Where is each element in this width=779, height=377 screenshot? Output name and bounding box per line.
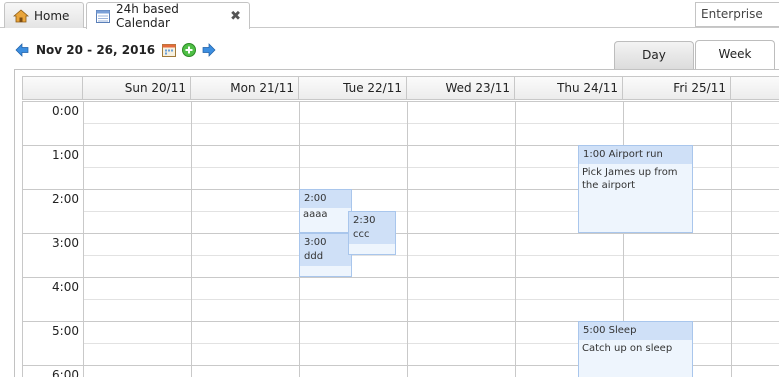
day-header-mon: Mon 21/11 <box>191 77 299 99</box>
tab-week[interactable]: Week <box>695 40 775 70</box>
event-2-30-ccc[interactable]: 2:30 ccc <box>348 211 396 255</box>
tab-home[interactable]: Home <box>4 2 84 28</box>
column-line <box>407 101 408 377</box>
event-sleep[interactable]: 5:00 Sleep Catch up on sleep <box>578 321 693 377</box>
event-title: 3:00 ddd <box>300 234 351 266</box>
day-header-thu: Thu 24/11 <box>515 77 623 99</box>
time-header-corner <box>23 77 83 99</box>
day-header-row: Sun 20/11 Mon 21/11 Tue 22/11 Wed 23/11 … <box>22 76 779 100</box>
close-icon[interactable]: ✖ <box>230 9 241 24</box>
event-title: 2:30 ccc <box>349 212 395 244</box>
enterprise-field[interactable]: Enterprise <box>695 2 779 27</box>
event-title: 2:00 <box>300 190 351 208</box>
grid-line <box>83 255 779 256</box>
event-body: Catch up on sleep <box>582 343 673 354</box>
time-label: 5:00 <box>52 324 79 338</box>
tab-calendar-label: 24h based Calendar <box>116 2 179 30</box>
event-airport-run[interactable]: 1:00 Airport run Pick James up from the … <box>578 145 693 233</box>
event-body: Pick James up from the airport <box>582 167 678 191</box>
time-label: 6:00 <box>52 368 79 377</box>
time-label: 1:00 <box>52 148 79 162</box>
column-line <box>731 101 732 377</box>
tab-24h-calendar[interactable]: 24h based Calendar ✖ <box>86 2 250 30</box>
grid-line <box>83 299 779 300</box>
time-label: 4:00 <box>52 280 79 294</box>
event-title: 5:00 Sleep <box>579 322 692 340</box>
tab-home-label: Home <box>34 8 70 23</box>
event-2-00-aaaa[interactable]: 2:00 aaaa <box>299 189 352 233</box>
date-range: Nov 20 - 26, 2016 <box>36 43 156 57</box>
add-icon[interactable] <box>181 42 197 58</box>
time-label: 2:00 <box>52 192 79 206</box>
calendar-grid[interactable]: 0:00 1:00 2:00 3:00 4:00 5:00 6:00 2:00 … <box>22 101 779 377</box>
calendar-toolbar: Nov 20 - 26, 2016 <box>14 40 221 60</box>
grid-line <box>23 233 779 234</box>
day-header-tue: Tue 22/11 <box>299 77 407 99</box>
day-header-wed: Wed 23/11 <box>407 77 515 99</box>
column-line <box>83 101 84 377</box>
event-3-00-ddd[interactable]: 3:00 ddd <box>299 233 352 277</box>
grid-line <box>23 277 779 278</box>
event-title: 1:00 Airport run <box>579 146 692 164</box>
week-calendar: Sun 20/11 Mon 21/11 Tue 22/11 Wed 23/11 … <box>14 69 779 377</box>
grid-line <box>23 101 779 102</box>
day-header-fri: Fri 25/11 <box>623 77 731 99</box>
column-line <box>191 101 192 377</box>
grid-line <box>83 123 779 124</box>
home-icon <box>12 8 30 24</box>
day-header-sun: Sun 20/11 <box>83 77 191 99</box>
date-picker-icon[interactable] <box>161 42 177 58</box>
column-line <box>515 101 516 377</box>
arrow-left-icon[interactable] <box>14 42 30 58</box>
time-label: 0:00 <box>52 104 79 118</box>
time-label: 3:00 <box>52 236 79 250</box>
calendar-icon <box>95 8 111 24</box>
event-body: aaaa <box>303 209 328 220</box>
tab-strip: Home 24h based Calendar ✖ Enterprise <box>0 0 779 30</box>
arrow-right-icon[interactable] <box>201 42 217 58</box>
tab-day[interactable]: Day <box>614 41 694 69</box>
